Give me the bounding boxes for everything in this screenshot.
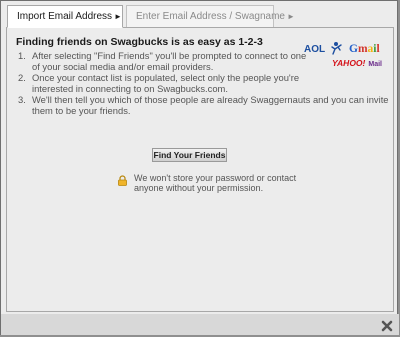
yahoo-mail-logo: YAHOO! Mail	[332, 58, 382, 68]
tab-arrow-icon: ►	[286, 12, 295, 21]
close-icon[interactable]	[381, 320, 393, 332]
privacy-note-text: We won't store your password or contact …	[134, 173, 297, 193]
aol-logo: AOL	[304, 44, 326, 55]
list-item: 1. After selecting "Find Friends" you'll…	[16, 50, 314, 72]
dialog-window: Import Email Address ► Enter Email Addres…	[0, 0, 399, 335]
steps-list: 1. After selecting "Find Friends" you'll…	[16, 50, 389, 116]
dialog-panel: Import Email Address ► Enter Email Addres…	[6, 5, 394, 312]
step-number: 2.	[18, 72, 26, 83]
step-number: 3.	[18, 94, 26, 105]
list-item: 3. We'll then tell you which of those pe…	[16, 94, 392, 116]
aol-running-man-icon	[331, 42, 342, 55]
tab-import-email-label: Import Email Address	[17, 11, 113, 22]
tab-enter-email[interactable]: Enter Email Address / Swagname ►	[126, 5, 295, 27]
step-number: 1.	[18, 50, 26, 61]
page-title: Finding friends on Swagbucks is as easy …	[16, 36, 263, 48]
step-text: After selecting "Find Friends" you'll be…	[32, 50, 307, 72]
gmail-logo: Gmail	[349, 43, 380, 55]
tab-import-email[interactable]: Import Email Address ►	[7, 5, 123, 28]
lock-icon	[118, 175, 127, 186]
dialog-footer	[1, 314, 399, 335]
step-text: We'll then tell you which of those peopl…	[32, 94, 389, 116]
tab-content: Finding friends on Swagbucks is as easy …	[6, 27, 394, 312]
provider-logos: AOL Gmail YAHOO! Mail	[302, 38, 382, 78]
step-text: Once your contact list is populated, sel…	[32, 72, 300, 94]
tab-bar: Import Email Address ► Enter Email Addres…	[6, 5, 394, 28]
list-item: 2. Once your contact list is populated, …	[16, 72, 314, 94]
tab-enter-email-label: Enter Email Address / Swagname	[136, 11, 285, 22]
tab-arrow-icon: ►	[114, 12, 122, 21]
find-friends-button[interactable]: Find Your Friends	[152, 148, 227, 162]
